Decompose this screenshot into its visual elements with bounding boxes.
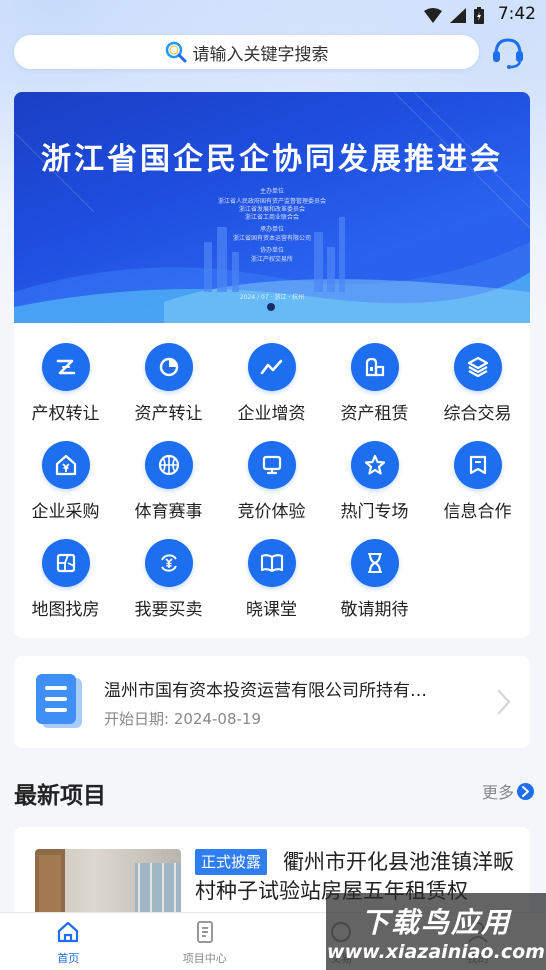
search-bar[interactable]: 请输入关键字搜索: [14, 35, 479, 69]
monitor-icon: [247, 441, 296, 489]
signal-icon: [450, 8, 466, 23]
menu-item-label: 资产租赁: [340, 404, 409, 424]
home-icon: [58, 921, 79, 943]
menu-item-sports-events[interactable]: 体育赛事: [117, 441, 220, 531]
menu-item-label: 资产转让: [134, 404, 203, 424]
section-title: 最新项目: [14, 783, 106, 809]
watermark-title: 下载鸟应用: [360, 906, 511, 939]
banner-title: 浙江省国企民企协同发展推进会: [41, 142, 503, 177]
menu-item-label: 体育赛事: [134, 502, 203, 522]
menu-item-hot-topics[interactable]: 热门专场: [323, 441, 426, 531]
customer-service-icon[interactable]: [490, 34, 526, 70]
battery-icon: [474, 7, 484, 24]
menu-item-classroom[interactable]: 晓课堂: [220, 539, 323, 629]
banner-co-organizer-heading: 承办单位: [259, 226, 284, 233]
menu-item-label: 综合交易: [443, 404, 512, 424]
notice-title: 温州市国有资本投资运营有限公司所持有…: [104, 681, 427, 701]
menu-item-label: 信息合作: [443, 502, 512, 522]
layers-icon: [453, 343, 502, 391]
wifi-icon: [424, 8, 442, 23]
menu-item-label: 产权转让: [31, 404, 100, 424]
status-badge: 正式披露: [195, 849, 268, 875]
menu-item-map-search[interactable]: 地图找房: [14, 539, 117, 629]
trend-line-icon: [247, 343, 296, 391]
menu-item-label: 晓课堂: [246, 600, 297, 620]
menu-item-label: 敬请期待: [340, 600, 409, 620]
notice-date: 2024-08-19: [173, 710, 262, 728]
menu-item-procurement[interactable]: 企业采购: [14, 441, 117, 531]
menu-item-comprehensive-trade[interactable]: 综合交易: [426, 343, 529, 433]
menu-item-label: 地图找房: [31, 600, 100, 620]
carousel-indicator[interactable]: [267, 303, 275, 311]
yen-exchange-icon: [144, 539, 193, 587]
banner-organizer-line: 浙江省工商业联合会: [244, 214, 299, 221]
menu-item-label: 竞价体验: [237, 502, 306, 522]
menu-item-info-cooperation[interactable]: 信息合作: [426, 441, 529, 531]
document-icon: [36, 674, 82, 728]
house-yen-icon: [41, 441, 90, 489]
banner-footer: 2024 / 07 · 浙江 · 杭州: [239, 294, 305, 301]
tab-label: 首页: [57, 952, 80, 965]
status-time: 7:42: [497, 4, 536, 24]
menu-item-buy-sell[interactable]: 我要买卖: [117, 539, 220, 629]
menu-item-asset-transfer[interactable]: 资产转让: [117, 343, 220, 433]
tab-label: 项目中心: [182, 952, 227, 965]
status-icons: [424, 7, 484, 24]
status-bar: 7:42: [0, 0, 546, 30]
bookmark-icon: [453, 441, 502, 489]
more-link[interactable]: 更多: [482, 779, 534, 803]
notice-date-label: 开始日期:: [104, 710, 170, 728]
star-icon: [350, 441, 399, 489]
basketball-icon: [144, 441, 193, 489]
watermark-overlay: 下载鸟应用 www.xiazainiao.com: [326, 893, 546, 970]
search-icon: [165, 41, 186, 63]
feature-grid: 产权转让 资产转让 企业增资 资产租赁 综合交易 企业采购 体育赛事 竞价体验 …: [14, 323, 530, 638]
banner-co-organizer-line: 浙江省国有资本运营有限公司: [232, 235, 311, 242]
banner-organizer-line: 浙江省人民政府国有资产监督管理委员会: [217, 198, 326, 205]
menu-item-label: 企业增资: [237, 404, 306, 424]
equity-transfer-icon: [41, 343, 90, 391]
watermark-url: www.xiazainiao.com: [327, 941, 545, 963]
list-document-icon: [196, 921, 213, 943]
map-icon: [41, 539, 90, 587]
hourglass-icon: [350, 539, 399, 587]
menu-item-capital-increase[interactable]: 企业增资: [220, 343, 323, 433]
promo-banner[interactable]: 浙江省国企民企协同发展推进会 主办单位 浙江省人民政府国有资产监督管理委员会 浙…: [14, 92, 530, 323]
book-icon: [247, 539, 296, 587]
banner-organizer-line: 浙江省发展和改革委员会: [238, 206, 305, 213]
banner-support-heading: 协办单位: [259, 247, 284, 254]
more-label: 更多: [481, 783, 514, 802]
tab-home[interactable]: 首页: [0, 913, 137, 970]
building-icon: [350, 343, 399, 391]
banner-organizer-heading: 主办单位: [259, 188, 284, 195]
banner-support-line: 浙江产权交易所: [250, 256, 293, 263]
notice-card[interactable]: 温州市国有资本投资运营有限公司所持有… 开始日期: 2024-08-19: [14, 656, 530, 748]
chevron-right-icon: [497, 689, 511, 715]
search-placeholder: 请输入关键字搜索: [192, 44, 329, 65]
pie-chart-icon: [144, 343, 193, 391]
menu-item-equity-transfer[interactable]: 产权转让: [14, 343, 117, 433]
menu-item-label: 企业采购: [31, 502, 100, 522]
menu-item-asset-lease[interactable]: 资产租赁: [323, 343, 426, 433]
tab-project-center[interactable]: 项目中心: [137, 913, 274, 970]
menu-item-bidding-experience[interactable]: 竞价体验: [220, 441, 323, 531]
menu-item-label: 我要买卖: [134, 600, 203, 620]
notice-date-row: 开始日期: 2024-08-19: [104, 708, 261, 729]
chevron-circle-right-icon: [517, 782, 534, 800]
menu-item-label: 热门专场: [340, 502, 409, 522]
menu-item-coming-soon[interactable]: 敬请期待: [323, 539, 426, 629]
